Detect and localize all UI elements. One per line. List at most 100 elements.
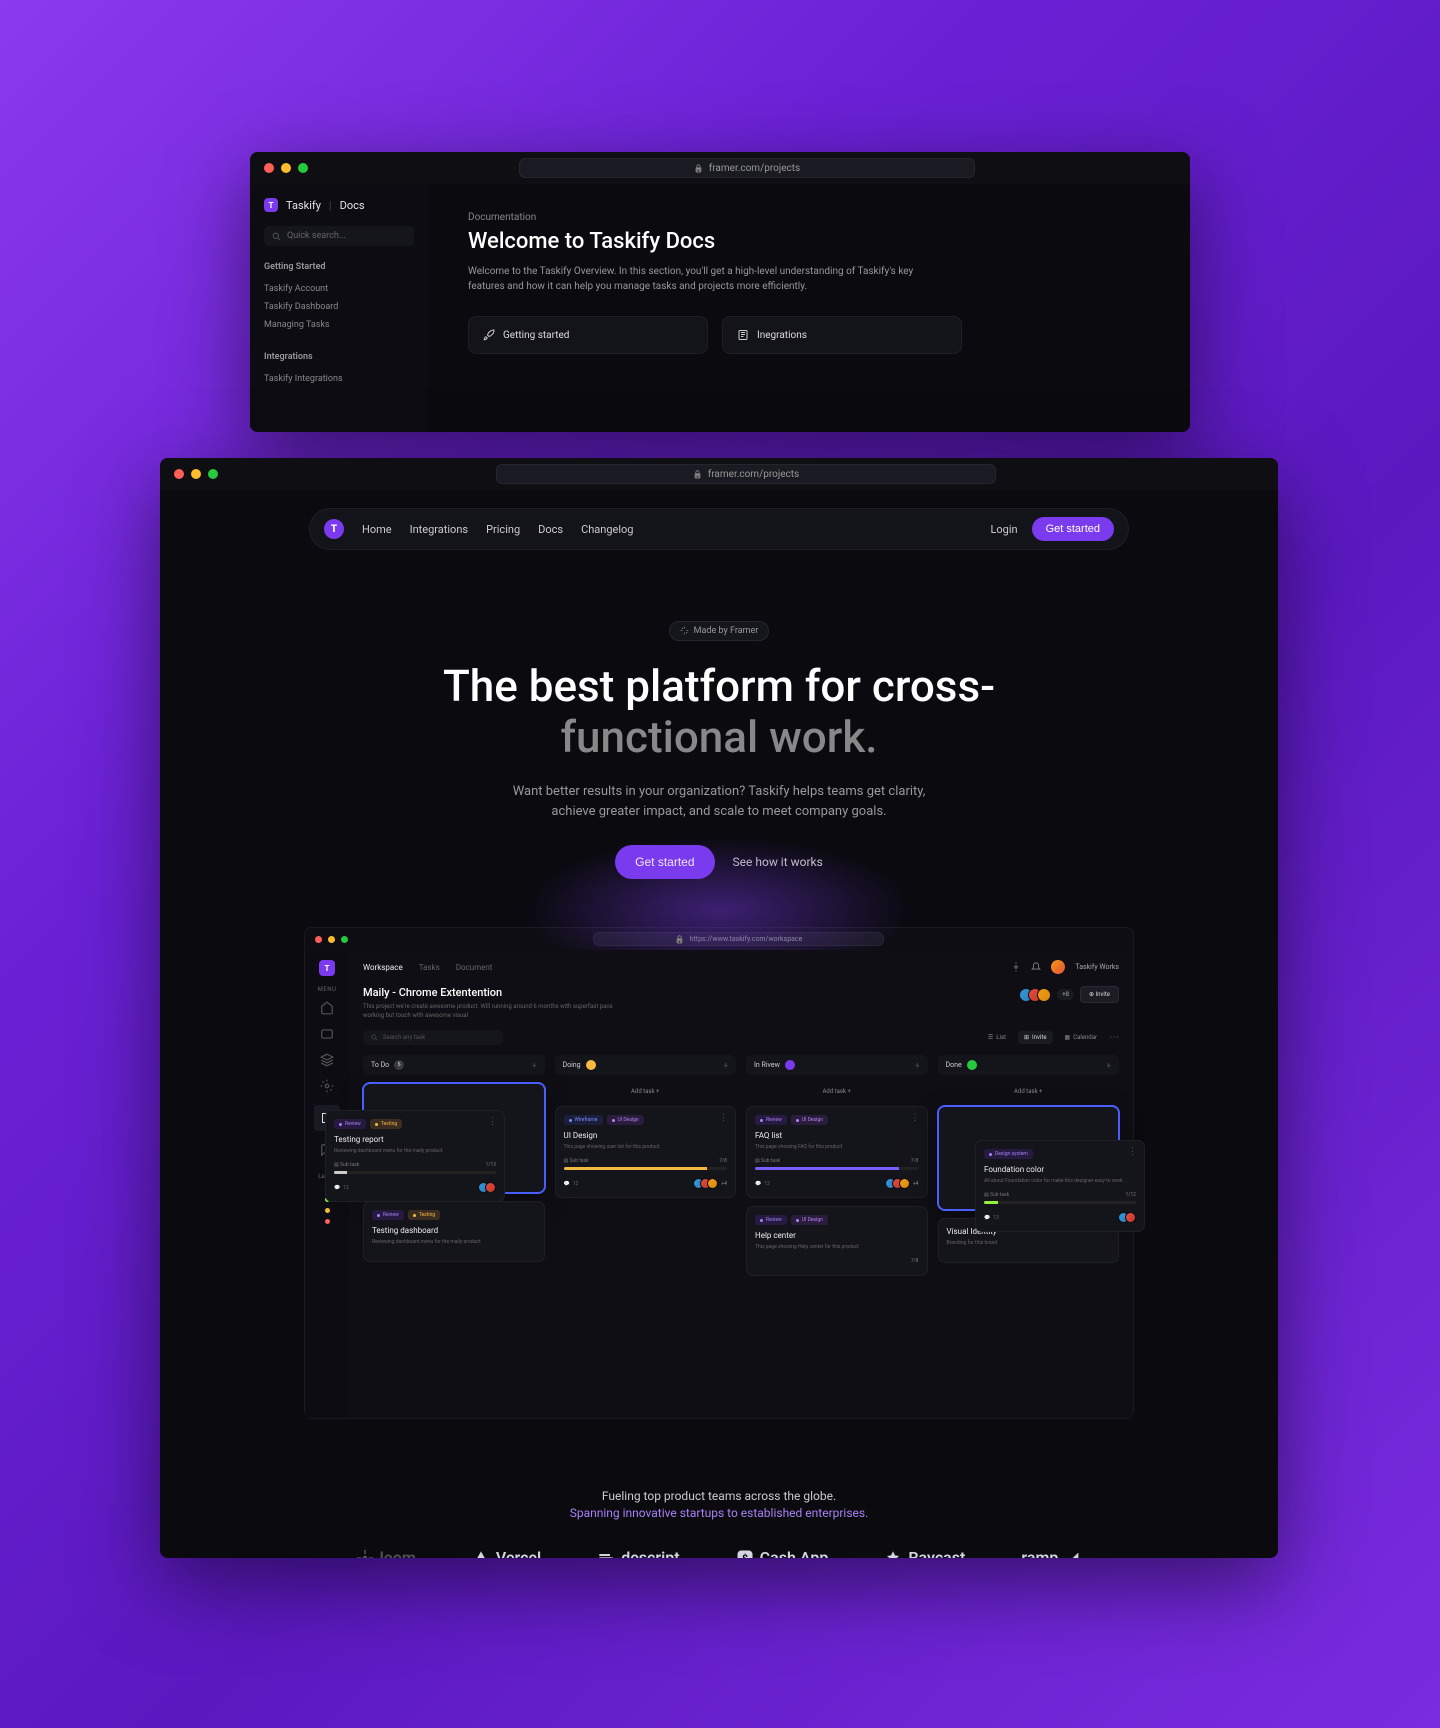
- user-avatar[interactable]: [1051, 960, 1065, 974]
- window-chrome: framer.com/projects: [160, 458, 1278, 490]
- search-icon: [272, 232, 281, 241]
- settings-icon[interactable]: [320, 1079, 334, 1093]
- tab-document[interactable]: Document: [456, 963, 493, 972]
- login-link[interactable]: Login: [990, 523, 1017, 536]
- taskify-logo: T: [264, 198, 278, 212]
- docs-card-getting-started[interactable]: Getting started: [468, 316, 708, 354]
- traffic-light-minimize[interactable]: [191, 469, 201, 479]
- folder-icon[interactable]: [320, 1027, 334, 1041]
- descript-icon: [597, 1549, 615, 1558]
- raycast-icon: [884, 1549, 902, 1558]
- proof-line1: Fueling top product teams across the glo…: [160, 1489, 1278, 1503]
- logo-cashapp: $ Cash App: [736, 1548, 829, 1558]
- add-task-button[interactable]: Add task +: [746, 1083, 928, 1100]
- task-card-popout[interactable]: ⋮ Design system Foundation color All abo…: [975, 1140, 1145, 1232]
- window-chrome: framer.com/projects: [250, 152, 1190, 184]
- vercel-icon: [472, 1549, 490, 1558]
- task-card[interactable]: ⋮ Wireframe UI Design UI Design This pag…: [555, 1106, 737, 1198]
- home-icon[interactable]: [320, 1001, 334, 1015]
- view-list[interactable]: ☰ List: [982, 1031, 1012, 1044]
- traffic-light-close[interactable]: [174, 469, 184, 479]
- svg-text:$: $: [742, 1552, 748, 1558]
- logo-descript: descript: [597, 1548, 679, 1558]
- project-subtitle: This project we're create awesome produc…: [363, 1003, 623, 1020]
- comments-count: 💬 12: [564, 1181, 579, 1187]
- see-how-link[interactable]: See how it works: [733, 855, 823, 869]
- card-menu-icon[interactable]: ⋮: [719, 1113, 728, 1123]
- hero-heading: The best platform for cross- functional …: [160, 661, 1278, 765]
- add-column-icon[interactable]: +: [915, 1061, 920, 1070]
- made-by-badge: Made by Framer: [669, 621, 770, 641]
- gear-icon[interactable]: [1011, 962, 1021, 972]
- layers-icon[interactable]: [320, 1053, 334, 1067]
- task-card[interactable]: Review UI Design Help center This page s…: [746, 1206, 928, 1276]
- task-search-input[interactable]: Search any task: [363, 1030, 503, 1045]
- add-column-icon[interactable]: +: [532, 1061, 537, 1070]
- app-main: Workspace Tasks Document Taskify Works: [349, 950, 1133, 1418]
- kanban-column-review: In Rivew + Add task + ⋮ Review UI D: [746, 1055, 928, 1284]
- docs-sidebar: T Taskify | Docs Quick search... Getting…: [250, 184, 428, 432]
- sparkle-icon: [680, 626, 689, 635]
- taskify-logo[interactable]: T: [324, 519, 344, 539]
- url-bar[interactable]: framer.com/projects: [496, 464, 996, 484]
- sidebar-link[interactable]: Taskify Account: [264, 280, 414, 298]
- sidebar-link[interactable]: Taskify Integrations: [264, 370, 414, 388]
- brand-name: Taskify: [286, 199, 321, 212]
- hero-get-started-button[interactable]: Get started: [615, 845, 714, 879]
- app-logo: T: [319, 960, 335, 976]
- traffic-light-zoom[interactable]: [298, 163, 308, 173]
- search-input[interactable]: Quick search...: [264, 226, 414, 246]
- logo-vercel: Vercel: [472, 1548, 541, 1558]
- nav-pricing[interactable]: Pricing: [486, 523, 520, 536]
- nav-changelog[interactable]: Changelog: [581, 523, 633, 536]
- bell-icon[interactable]: [1031, 962, 1041, 972]
- add-task-button[interactable]: Add task +: [555, 1083, 737, 1100]
- add-column-icon[interactable]: +: [1106, 1061, 1111, 1070]
- url-bar[interactable]: framer.com/projects: [519, 158, 975, 178]
- view-invite[interactable]: ⊞ Invite: [1018, 1031, 1053, 1044]
- traffic-light-close[interactable]: [264, 163, 274, 173]
- loom-icon: [356, 1549, 374, 1558]
- url-text: framer.com/projects: [709, 163, 800, 174]
- cashapp-icon: $: [736, 1549, 754, 1558]
- traffic-light-minimize: [328, 936, 335, 943]
- card-menu-icon[interactable]: ⋮: [488, 1117, 497, 1127]
- url-bar: https://www.taskify.com/workspace: [593, 932, 884, 946]
- workspace-name: Taskify Works: [1075, 963, 1119, 971]
- docs-card-integrations[interactable]: Inegrations: [722, 316, 962, 354]
- card-menu-icon[interactable]: ⋮: [911, 1113, 920, 1123]
- landing-window: framer.com/projects T Home Integrations …: [160, 458, 1278, 1558]
- lock-icon: [693, 469, 703, 480]
- project-title: Maily - Chrome Extentention: [363, 986, 623, 999]
- task-card-popout[interactable]: ⋮ Review Testing Testing report Reviewin…: [325, 1110, 505, 1202]
- member-avatars: [1019, 988, 1051, 1002]
- tab-workspace[interactable]: Workspace: [363, 963, 403, 972]
- view-calendar[interactable]: ▦ Calendar: [1059, 1031, 1103, 1044]
- traffic-light-minimize[interactable]: [281, 163, 291, 173]
- nav-home[interactable]: Home: [362, 523, 392, 536]
- lock-icon: [694, 163, 704, 174]
- card-menu-icon[interactable]: ⋮: [1128, 1147, 1137, 1157]
- docs-heading: Welcome to Taskify Docs: [468, 229, 1150, 254]
- get-started-button[interactable]: Get started: [1032, 517, 1114, 541]
- customer-logos: loom Vercel descript $ Cash App Raycast: [160, 1548, 1278, 1558]
- label-dot[interactable]: [325, 1208, 330, 1213]
- logo-loom: loom: [356, 1548, 416, 1558]
- book-icon: [737, 329, 749, 341]
- sidebar-link[interactable]: Taskify Dashboard: [264, 298, 414, 316]
- tab-tasks[interactable]: Tasks: [419, 963, 440, 972]
- eyebrow: Documentation: [468, 212, 1150, 223]
- more-menu[interactable]: ⋯: [1109, 1032, 1119, 1043]
- nav-integrations[interactable]: Integrations: [410, 523, 468, 536]
- add-column-icon[interactable]: +: [723, 1061, 728, 1070]
- task-card[interactable]: Review Testing Testing dashboard Reviewi…: [363, 1201, 545, 1262]
- menu-label: MENU: [318, 986, 337, 993]
- traffic-light-zoom[interactable]: [208, 469, 218, 479]
- social-proof: Fueling top product teams across the glo…: [160, 1489, 1278, 1558]
- task-card[interactable]: ⋮ Review UI Design FAQ list This page sh…: [746, 1106, 928, 1198]
- add-task-button[interactable]: Add task +: [938, 1083, 1120, 1100]
- invite-button[interactable]: ⊕ Invite: [1080, 986, 1119, 1003]
- sidebar-link[interactable]: Managing Tasks: [264, 316, 414, 334]
- nav-docs[interactable]: Docs: [538, 523, 563, 536]
- label-dot[interactable]: [325, 1219, 330, 1224]
